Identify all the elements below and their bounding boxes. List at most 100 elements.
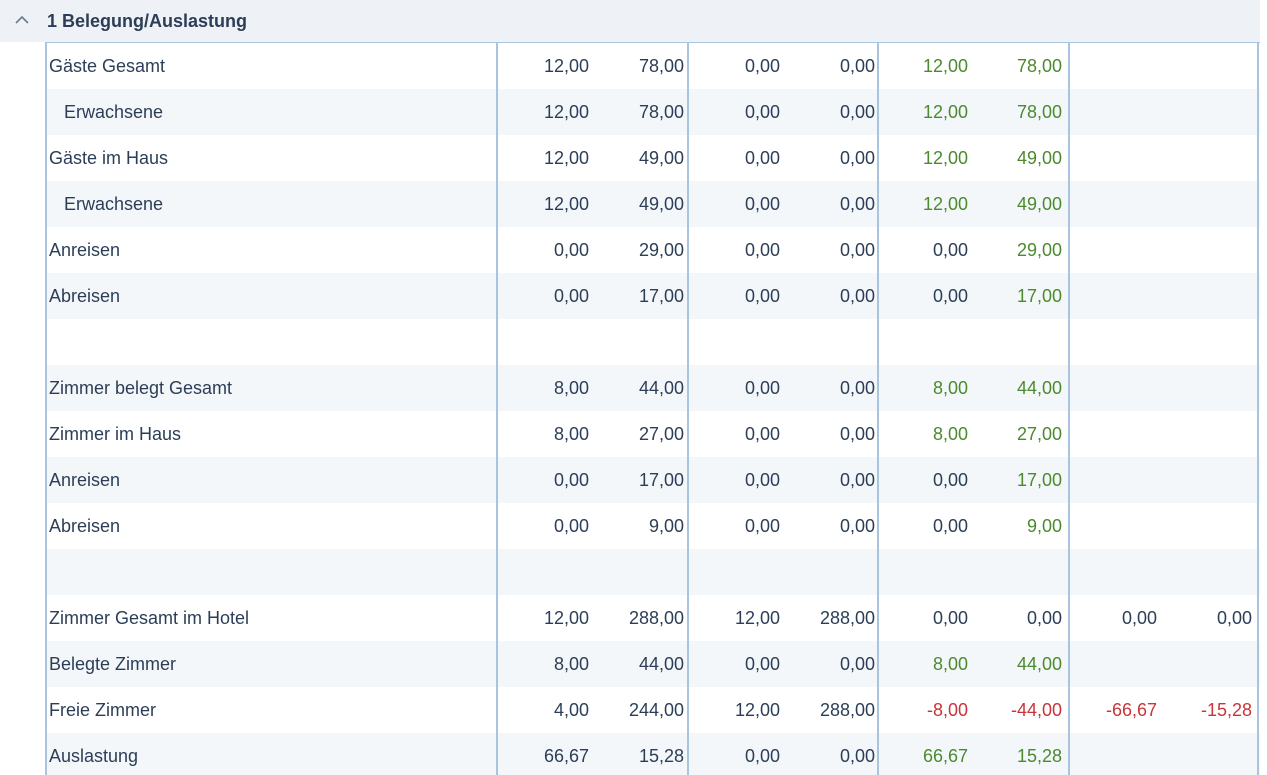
statistics-table: Gäste Gesamt 12,00 78,00 0,00 0,00 12,00 78,00… bbox=[45, 42, 1260, 775]
value-cell bbox=[1067, 89, 1157, 135]
value-cell: 12,00 bbox=[922, 148, 968, 168]
value-cell: 49,00 bbox=[1016, 194, 1062, 214]
value-cell: 12,00 bbox=[922, 56, 968, 76]
value-cell bbox=[1067, 227, 1157, 273]
value-cell: 8,00 bbox=[932, 654, 968, 674]
value-cell bbox=[1162, 319, 1252, 365]
value-cell: 15,28 bbox=[638, 746, 684, 766]
value-cell: 12,00 bbox=[543, 148, 589, 168]
value-cell bbox=[880, 549, 968, 595]
value-cell: 0,00 bbox=[932, 516, 968, 536]
value-cell: 17,00 bbox=[638, 470, 684, 490]
value-cell bbox=[1067, 43, 1157, 89]
value-cell: 12,00 bbox=[543, 608, 589, 628]
value-cell: 8,00 bbox=[932, 424, 968, 444]
column-divider bbox=[877, 43, 879, 775]
row-label: Anreisen bbox=[49, 240, 121, 260]
value-cell: 0,00 bbox=[839, 194, 875, 214]
value-cell: 49,00 bbox=[638, 148, 684, 168]
table-row: Belegte Zimmer 8,00 44,00 0,00 0,00 8,00 44,00 bbox=[45, 641, 1260, 687]
value-cell bbox=[1162, 135, 1252, 181]
value-cell: 8,00 bbox=[553, 378, 589, 398]
row-label bbox=[49, 549, 489, 595]
value-cell bbox=[1067, 503, 1157, 549]
value-cell: 0,00 bbox=[932, 470, 968, 490]
value-cell: 12,00 bbox=[734, 700, 780, 720]
value-cell: 17,00 bbox=[1016, 286, 1062, 306]
value-cell: 0,00 bbox=[932, 240, 968, 260]
row-label: Abreisen bbox=[49, 516, 121, 536]
value-cell bbox=[1067, 549, 1157, 595]
value-cell: 0,00 bbox=[744, 424, 780, 444]
value-cell: 0,00 bbox=[839, 378, 875, 398]
value-cell: 0,00 bbox=[744, 194, 780, 214]
value-cell: 9,00 bbox=[648, 516, 684, 536]
value-cell: 0,00 bbox=[744, 240, 780, 260]
column-divider bbox=[496, 43, 498, 775]
value-cell: 12,00 bbox=[734, 608, 780, 628]
value-cell bbox=[1067, 411, 1157, 457]
value-cell: -66,67 bbox=[1105, 700, 1157, 720]
column-divider bbox=[1068, 43, 1070, 775]
value-cell bbox=[1162, 457, 1252, 503]
value-cell bbox=[974, 549, 1062, 595]
value-cell: 27,00 bbox=[1016, 424, 1062, 444]
chevron-up-icon[interactable] bbox=[14, 14, 30, 26]
value-cell: 0,00 bbox=[839, 286, 875, 306]
value-cell: 0,00 bbox=[839, 56, 875, 76]
table-row: Auslastung 66,67 15,28 0,00 0,00 66,67 15,28 bbox=[45, 733, 1260, 775]
value-cell: 0,00 bbox=[839, 148, 875, 168]
value-cell: 0,00 bbox=[1121, 608, 1157, 628]
section-header[interactable]: 1 Belegung/Auslastung bbox=[0, 0, 1260, 42]
value-cell: 78,00 bbox=[1016, 56, 1062, 76]
value-cell bbox=[785, 319, 875, 365]
row-label: Gäste Gesamt bbox=[49, 56, 166, 76]
value-cell: 17,00 bbox=[1016, 470, 1062, 490]
table-row: Zimmer Gesamt im Hotel 12,00 288,00 12,00 28… bbox=[45, 595, 1260, 641]
value-cell bbox=[1067, 733, 1157, 775]
row-label bbox=[49, 319, 489, 365]
value-cell: 288,00 bbox=[819, 700, 875, 720]
value-cell: 244,00 bbox=[628, 700, 684, 720]
table-row bbox=[45, 549, 1260, 595]
value-cell: 44,00 bbox=[1016, 378, 1062, 398]
value-cell: 0,00 bbox=[553, 516, 589, 536]
value-cell: 0,00 bbox=[553, 470, 589, 490]
value-cell: -8,00 bbox=[926, 700, 968, 720]
value-cell bbox=[690, 549, 780, 595]
value-cell: 8,00 bbox=[553, 424, 589, 444]
value-cell: 12,00 bbox=[922, 194, 968, 214]
value-cell: 0,00 bbox=[744, 470, 780, 490]
value-cell: 0,00 bbox=[744, 378, 780, 398]
value-cell: 4,00 bbox=[553, 700, 589, 720]
row-label: Abreisen bbox=[49, 286, 121, 306]
value-cell: 0,00 bbox=[839, 746, 875, 766]
value-cell: 44,00 bbox=[638, 378, 684, 398]
value-cell: 0,00 bbox=[932, 608, 968, 628]
table-row: Erwachsene 12,00 49,00 0,00 0,00 12,00 49,00 bbox=[45, 181, 1260, 227]
row-label: Erwachsene bbox=[64, 194, 164, 214]
value-cell: 0,00 bbox=[1216, 608, 1252, 628]
value-cell: 0,00 bbox=[553, 240, 589, 260]
table-row: Abreisen 0,00 9,00 0,00 0,00 0,00 9,00 bbox=[45, 503, 1260, 549]
table-row: Anreisen 0,00 17,00 0,00 0,00 0,00 17,00 bbox=[45, 457, 1260, 503]
table-row: Erwachsene 12,00 78,00 0,00 0,00 12,00 78,00 bbox=[45, 89, 1260, 135]
row-label: Erwachsene bbox=[64, 102, 164, 122]
value-cell bbox=[594, 549, 684, 595]
column-divider bbox=[1257, 43, 1259, 775]
value-cell bbox=[1067, 641, 1157, 687]
value-cell: 0,00 bbox=[839, 654, 875, 674]
value-cell: 29,00 bbox=[1016, 240, 1062, 260]
value-cell: 0,00 bbox=[744, 148, 780, 168]
value-cell: 44,00 bbox=[638, 654, 684, 674]
value-cell: 8,00 bbox=[553, 654, 589, 674]
value-cell: 288,00 bbox=[628, 608, 684, 628]
table-row bbox=[45, 319, 1260, 365]
value-cell bbox=[1162, 641, 1252, 687]
value-cell bbox=[1162, 503, 1252, 549]
value-cell: 0,00 bbox=[744, 746, 780, 766]
value-cell bbox=[974, 319, 1062, 365]
value-cell: 12,00 bbox=[543, 194, 589, 214]
value-cell: 78,00 bbox=[638, 102, 684, 122]
value-cell: 0,00 bbox=[1026, 608, 1062, 628]
